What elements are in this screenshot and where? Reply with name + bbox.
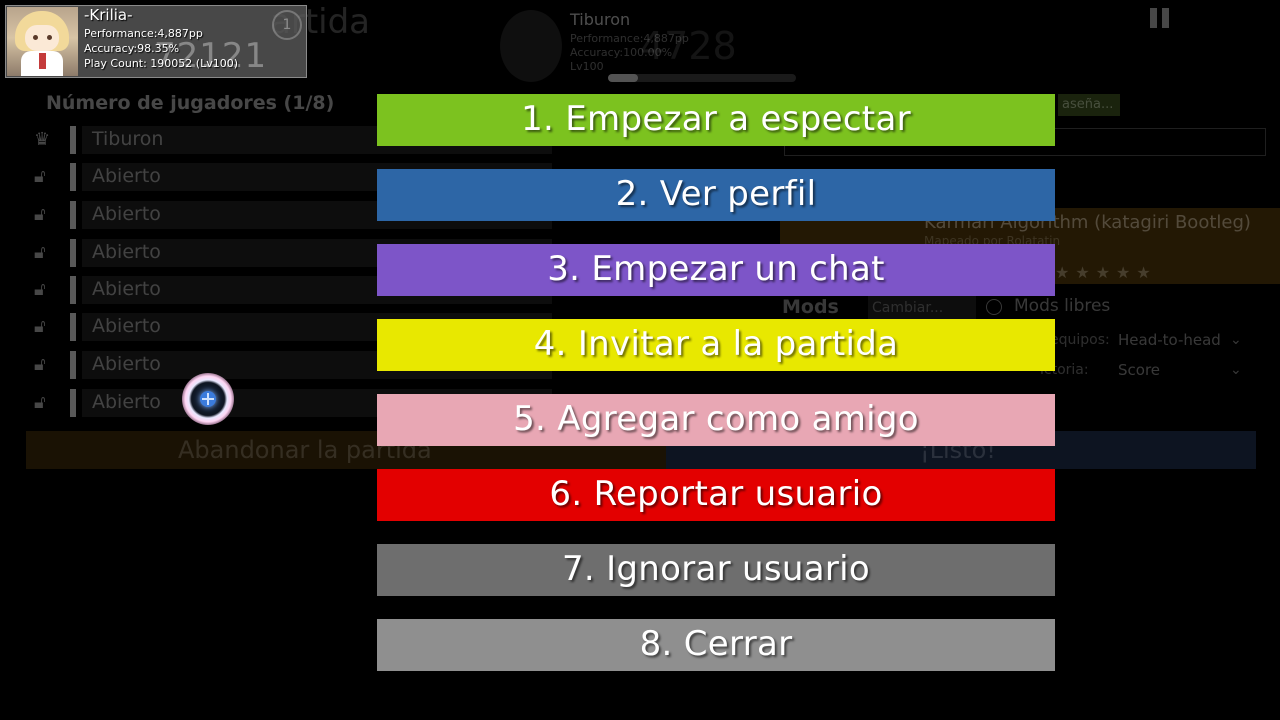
host-level: Lv100 [570, 60, 604, 73]
chevron-down-icon: ⌄ [1230, 332, 1242, 348]
slot-label: Abierto [92, 315, 161, 337]
team-mode-label: equipos: [1050, 332, 1110, 348]
menu-item-label: 6. Reportar usuario [549, 474, 883, 514]
unlock-icon: 🔓︎ [34, 242, 46, 263]
cursor-core-icon [200, 391, 216, 407]
cursor-icon [182, 373, 234, 425]
host-rank: 4728 [640, 24, 737, 68]
slot-label: Abierto [92, 278, 161, 300]
user-play-count: Play Count: 190052 (Lv100) [84, 57, 239, 70]
host-level-progress [608, 74, 796, 82]
password-badge[interactable]: aseña... [1058, 94, 1120, 116]
add-friend-button[interactable]: 5. Agregar como amigo [377, 394, 1055, 446]
rank-badge: 1 [272, 10, 302, 40]
slot-divider [70, 276, 76, 304]
slot-divider [70, 163, 76, 191]
user-accuracy: Accuracy:98.35% [84, 42, 180, 55]
menu-item-label: 7. Ignorar usuario [561, 549, 871, 589]
menu-item-label: 2. Ver perfil [615, 174, 817, 214]
slot-label: Abierto [92, 391, 161, 413]
slot-divider [70, 201, 76, 229]
mods-change-button[interactable]: Cambiar... [868, 296, 976, 320]
players-header: Número de jugadores (1/8) [46, 92, 335, 114]
unlock-icon: 🔓︎ [34, 316, 46, 337]
menu-item-label: 3. Empezar un chat [547, 249, 885, 289]
slot-label: Abierto [92, 241, 161, 263]
slot-label: Abierto [92, 203, 161, 225]
menu-item-label: 1. Empezar a espectar [521, 99, 911, 139]
user-name: -Krilia- [84, 6, 133, 24]
avatar [7, 7, 78, 76]
slot-divider [70, 239, 76, 267]
user-card[interactable]: 72121 1 -Krilia- Performance:4,887pp Acc… [5, 5, 307, 78]
user-performance: Performance:4,887pp [84, 27, 203, 40]
ignore-user-button[interactable]: 7. Ignorar usuario [377, 544, 1055, 596]
slot-divider [70, 389, 76, 417]
free-mods-checkbox[interactable] [986, 299, 1002, 315]
slot-label: Abierto [92, 353, 161, 375]
unlock-icon: 🔓︎ [34, 279, 46, 300]
unlock-icon: 🔓︎ [34, 392, 46, 413]
difficulty-stars: ★★★★★ [1055, 263, 1157, 282]
chevron-down-icon: ⌄ [1230, 362, 1242, 378]
slot-divider [70, 351, 76, 379]
host-avatar [500, 10, 562, 82]
slot-label: Abierto [92, 165, 161, 187]
invite-to-match-button[interactable]: 4. Invitar a la partida [377, 319, 1055, 371]
slot-divider [70, 313, 76, 341]
unlock-icon: 🔓︎ [34, 166, 46, 187]
menu-item-label: 4. Invitar a la partida [533, 324, 899, 364]
host-name: Tiburon [570, 10, 631, 29]
view-profile-button[interactable]: 2. Ver perfil [377, 169, 1055, 221]
slot-label: Tiburon [92, 128, 164, 150]
menu-item-label: 5. Agregar como amigo [513, 399, 919, 439]
unlock-icon: 🔓︎ [34, 204, 46, 225]
unlock-icon: 🔓︎ [34, 354, 46, 375]
mods-label: Mods [782, 296, 839, 318]
report-user-button[interactable]: 6. Reportar usuario [377, 469, 1055, 521]
crown-icon: ♛ [34, 129, 51, 150]
pause-icon[interactable] [1150, 8, 1170, 28]
menu-item-label: 8. Cerrar [639, 624, 793, 664]
start-spectating-button[interactable]: 1. Empezar a espectar [377, 94, 1055, 146]
host-card: Tiburon Performance:4,887pp Accuracy:100… [500, 6, 810, 86]
slot-divider [70, 126, 76, 154]
team-mode-select[interactable]: Head-to-head [1118, 331, 1221, 349]
win-condition-select[interactable]: Score [1118, 361, 1160, 379]
close-button[interactable]: 8. Cerrar [377, 619, 1055, 671]
start-chat-button[interactable]: 3. Empezar un chat [377, 244, 1055, 296]
free-mods-label: Mods libres [1014, 296, 1111, 316]
